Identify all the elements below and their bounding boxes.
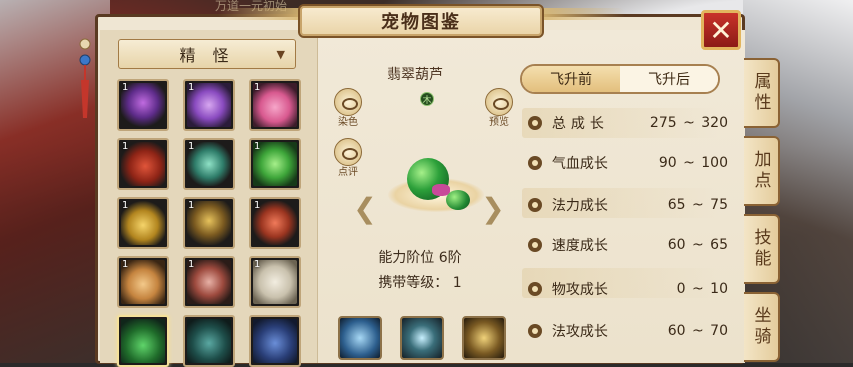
pet-count: 1 xyxy=(188,141,195,152)
stat-hp-growth: 气血成长 90 ~ 100 xyxy=(528,150,728,176)
pet-slot[interactable]: 1 xyxy=(117,138,169,190)
small-gourd-model xyxy=(446,190,470,210)
pet-slot[interactable]: 1 xyxy=(117,256,169,308)
pet-name: 翡翠葫芦 xyxy=(387,67,443,83)
stat-total-growth: 总成长 275 ~ 320 xyxy=(528,110,728,136)
dye-label: 染色 xyxy=(338,117,358,128)
title-wing-left xyxy=(218,8,308,20)
pet-slot[interactable]: 1 xyxy=(117,79,169,131)
stat-range: 275 ~ 320 xyxy=(649,115,728,131)
category-dropdown[interactable]: 精 怪 ▼ xyxy=(118,39,296,69)
mana-icon xyxy=(528,198,542,212)
pet-count: 1 xyxy=(254,259,261,270)
pet-count: 1 xyxy=(122,259,129,270)
window-title: 宠物图鉴 xyxy=(381,12,461,33)
pet-count: 1 xyxy=(122,141,129,152)
tab-skills[interactable]: 技能 xyxy=(744,214,780,284)
stat-range: 60 ~ 65 xyxy=(667,237,728,253)
tab-before-ascension[interactable]: 飞升前 xyxy=(522,66,620,92)
preview-button[interactable] xyxy=(485,88,513,116)
rotate-right-icon[interactable]: ❯ xyxy=(480,194,506,224)
review-button[interactable] xyxy=(334,138,362,166)
stat-magic-attack-growth: 法攻成长 60 ~ 70 xyxy=(528,318,728,344)
stat-range: 60 ~ 70 xyxy=(667,323,728,339)
pet-slot[interactable]: 1 xyxy=(183,256,235,308)
stat-name: 气血成长 xyxy=(551,156,608,172)
stat-name: 物攻成长 xyxy=(551,282,608,298)
tab-add-points-label: 加点 xyxy=(750,150,771,192)
skill-blue-icon[interactable] xyxy=(338,316,382,360)
pet-slot[interactable] xyxy=(249,315,301,367)
stat-physical-attack-growth: 物攻成长 0 ~ 10 xyxy=(528,276,728,302)
pet-count: 1 xyxy=(188,259,195,270)
pet-slot[interactable]: 1 xyxy=(249,79,301,131)
carry-level: 携带等级： 1 xyxy=(378,275,462,291)
snowy-roof-left xyxy=(0,0,110,363)
heart-icon xyxy=(528,156,542,170)
stat-range: 0 ~ 10 xyxy=(676,281,728,297)
stat-name: 法攻成长 xyxy=(551,324,608,340)
pet-count: 1 xyxy=(254,82,261,93)
stat-speed-growth: 速度成长 60 ~ 65 xyxy=(528,232,728,258)
dark-teal-icon xyxy=(187,319,231,363)
pet-grid: 1 1 1 1 1 1 1 1 1 1 1 1 xyxy=(117,79,301,367)
pet-slot[interactable]: 1 xyxy=(249,256,301,308)
pet-slot[interactable]: 1 xyxy=(249,138,301,190)
stat-name: 速度成长 xyxy=(551,238,608,254)
stat-range: 90 ~ 100 xyxy=(658,155,728,171)
tab-attributes-label: 属性 xyxy=(750,72,771,114)
category-selected: 精 怪 xyxy=(179,46,235,65)
growth-icon xyxy=(528,116,542,130)
pet-count: 1 xyxy=(188,82,195,93)
pet-slot[interactable] xyxy=(183,315,235,367)
pet-count: 1 xyxy=(188,200,195,211)
title-wing-right xyxy=(535,8,625,20)
ability-rank: 能力阶位 6阶 xyxy=(378,250,462,266)
stat-name: 法力成长 xyxy=(551,198,608,214)
stat-name: 总成长 xyxy=(551,116,609,132)
chevron-down-icon: ▼ xyxy=(276,48,285,61)
pet-count: 1 xyxy=(254,141,261,152)
tab-add-points[interactable]: 加点 xyxy=(744,136,780,206)
tab-after-ascension[interactable]: 飞升后 xyxy=(620,66,718,92)
pet-slot[interactable]: 1 xyxy=(117,197,169,249)
pet-count: 1 xyxy=(122,82,129,93)
tab-attributes[interactable]: 属性 xyxy=(744,58,780,128)
review-label: 点评 xyxy=(338,167,358,178)
attack-icon xyxy=(528,282,542,296)
ascension-toggle: 飞升前 飞升后 xyxy=(520,64,720,94)
pet-slot[interactable]: 1 xyxy=(249,197,301,249)
pet-count: 1 xyxy=(254,200,261,211)
close-button[interactable]: ✕ xyxy=(701,10,741,50)
wood-element-icon: 木 xyxy=(420,92,434,106)
title-plaque: 宠物图鉴 xyxy=(298,4,544,38)
dye-button[interactable] xyxy=(334,88,362,116)
tab-mount[interactable]: 坐骑 xyxy=(744,292,780,362)
tab-skills-label: 技能 xyxy=(750,228,771,270)
green-gourd-icon xyxy=(121,319,165,363)
preview-label: 预览 xyxy=(489,117,509,128)
pet-count: 1 xyxy=(122,200,129,211)
magic-attack-icon xyxy=(528,324,542,338)
pet-slot[interactable]: 1 xyxy=(183,197,235,249)
stat-mana-growth: 法力成长 65 ~ 75 xyxy=(528,192,728,218)
tab-mount-label: 坐骑 xyxy=(750,306,771,348)
hanging-ornament-icon xyxy=(79,38,91,118)
pet-slot-selected[interactable] xyxy=(117,315,169,367)
pet-slot[interactable]: 1 xyxy=(183,79,235,131)
rotate-left-icon[interactable]: ❮ xyxy=(352,194,378,224)
skill-gold-icon[interactable] xyxy=(462,316,506,360)
speed-icon xyxy=(528,238,542,252)
close-icon: ✕ xyxy=(709,13,733,47)
blue-beast-icon xyxy=(253,319,297,363)
stat-range: 65 ~ 75 xyxy=(667,197,728,213)
pet-slot[interactable]: 1 xyxy=(183,138,235,190)
skill-swirl-icon[interactable] xyxy=(400,316,444,360)
